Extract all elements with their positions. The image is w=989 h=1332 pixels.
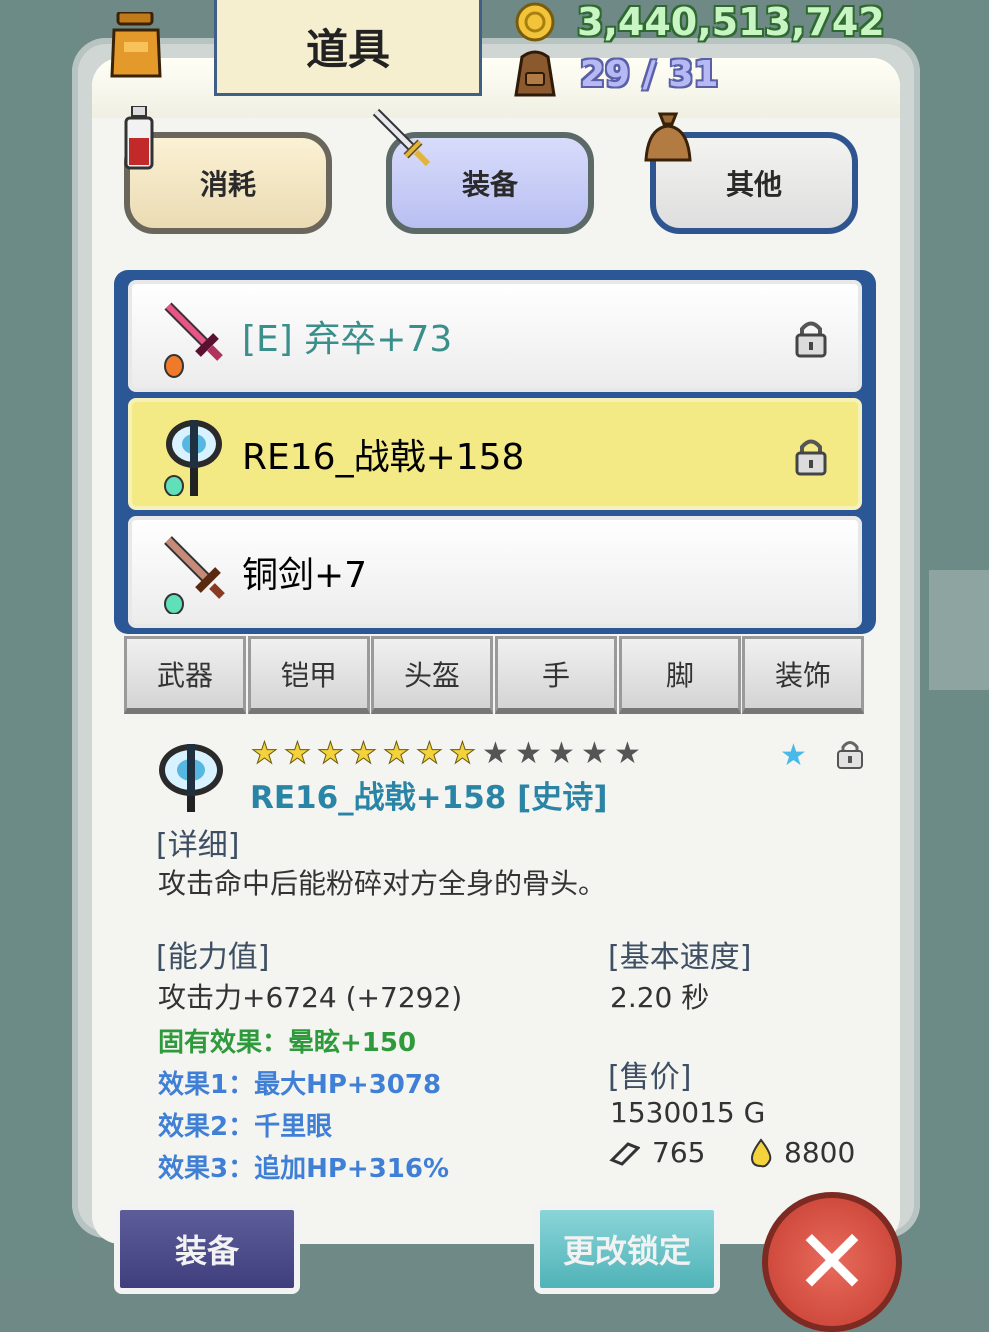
pink-sword-icon — [164, 302, 223, 378]
sell-price: 1530015 G — [610, 1096, 766, 1129]
attack-stat: 攻击力+6724 (+7292) — [158, 981, 463, 1014]
tab-foot[interactable]: 脚 — [619, 636, 741, 714]
tab-armor[interactable]: 铠甲 — [248, 636, 370, 714]
capacity-count: 29 / 31 — [580, 53, 719, 95]
lock-icon[interactable] — [836, 738, 864, 770]
halberd-icon — [164, 420, 222, 496]
star-empty: ★ — [548, 736, 575, 771]
bag-icon — [110, 12, 162, 78]
star-filled: ★ — [251, 736, 279, 771]
star-filled: ★ — [350, 736, 378, 771]
background-stone — [929, 570, 989, 690]
page-title: 道具 — [214, 0, 482, 96]
effect-2: 效果2：千里眼 — [158, 1112, 333, 1142]
base-speed: 2.20 秒 — [610, 981, 710, 1014]
potion-icon — [124, 106, 154, 170]
star-filled: ★ — [383, 736, 411, 771]
backpack-icon — [514, 50, 556, 97]
stats-header: [能力值] — [156, 940, 270, 975]
lock-icon[interactable] — [794, 318, 828, 358]
effect-3: 效果3：追加HP+316% — [158, 1154, 450, 1184]
close-icon: ✕ — [794, 1209, 870, 1315]
tab-equipment-label: 装备 — [461, 168, 518, 201]
detail-header: [详细] — [156, 828, 240, 863]
rarity-stars: ★ ★ ★ ★ ★ ★ ★ ★ ★ ★ ★ ★ — [248, 736, 644, 771]
sack-icon — [644, 112, 692, 162]
sword-icon — [372, 108, 431, 167]
item-description: 攻击命中后能粉碎对方全身的骨头。 — [158, 867, 607, 900]
droplet-icon — [750, 1138, 772, 1168]
halberd-icon — [159, 744, 223, 812]
item-row-3[interactable]: 铜剑+7 — [128, 516, 862, 628]
speed-header: [基本速度] — [608, 940, 752, 975]
star-empty: ★ — [482, 736, 509, 771]
change-lock-button[interactable]: 更改锁定 — [534, 1204, 720, 1294]
tab-weapon[interactable]: 武器 — [124, 636, 246, 714]
star-filled: ★ — [284, 736, 312, 771]
item-name: RE16_战戟+158 — [242, 437, 525, 478]
material-count-1: 765 — [652, 1136, 706, 1169]
item-name: [E] 弃卒+73 — [242, 319, 453, 360]
star-filled: ★ — [416, 736, 444, 771]
tab-hand[interactable]: 手 — [495, 636, 617, 714]
equip-button[interactable]: 装备 — [114, 1204, 300, 1294]
star-filled: ★ — [317, 736, 345, 771]
inherent-effect: 固有效果：晕眩+150 — [158, 1028, 417, 1058]
change-lock-button-label: 更改锁定 — [562, 1232, 691, 1270]
capacity-display: 29 / 31 — [512, 50, 718, 98]
background-left — [0, 0, 80, 1280]
gold-display: 3,440,513,742 — [515, 0, 885, 44]
item-row-2[interactable]: RE16_战戟+158 — [128, 398, 862, 510]
tab-helmet[interactable]: 头盔 — [371, 636, 493, 714]
gold-amount: 3,440,513,742 — [577, 0, 885, 44]
lock-icon[interactable] — [794, 436, 828, 476]
item-name: 铜剑+7 — [242, 555, 368, 596]
favorite-star-icon[interactable]: ★ — [780, 738, 807, 773]
tab-consumables-label: 消耗 — [199, 168, 256, 201]
whetstone-icon — [609, 1142, 640, 1166]
tab-accessory[interactable]: 装饰 — [742, 636, 864, 714]
item-detail-name: RE16_战戟+158 [史诗] — [250, 780, 608, 816]
tab-other-label: 其他 — [725, 168, 782, 201]
bronze-sword-icon — [164, 536, 225, 614]
star-empty: ★ — [614, 736, 641, 771]
price-header: [售价] — [608, 1060, 692, 1095]
item-row-1[interactable]: [E] 弃卒+73 — [128, 280, 862, 392]
star-filled: ★ — [449, 736, 477, 771]
star-empty: ★ — [515, 736, 542, 771]
star-empty: ★ — [581, 736, 608, 771]
equip-button-label: 装备 — [174, 1232, 239, 1270]
material-count-2: 8800 — [784, 1136, 856, 1169]
effect-1: 效果1：最大HP+3078 — [158, 1070, 442, 1100]
coin-icon — [515, 2, 555, 42]
close-button[interactable]: ✕ — [762, 1192, 902, 1332]
